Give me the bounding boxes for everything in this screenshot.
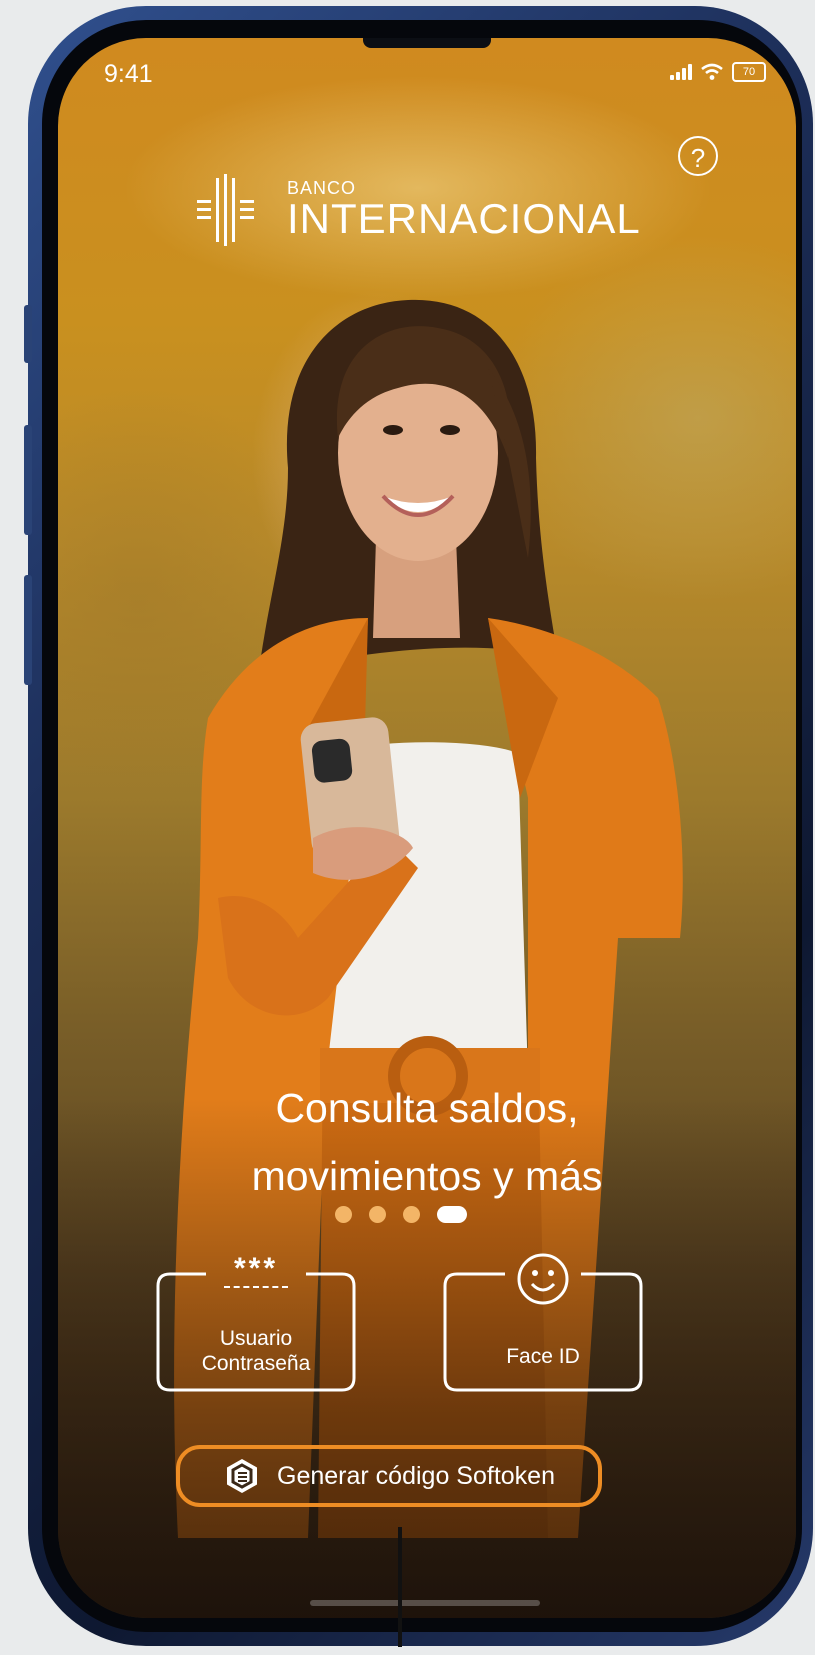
volume-up-button [24,425,32,535]
generate-softoken-button[interactable]: Generar código Softoken [176,1445,602,1507]
battery-icon: 70 [732,62,766,82]
password-dash-line [224,1286,288,1288]
headline-line-1: Consulta saldos, [275,1085,579,1131]
app-screen: 9:41 70 ? BANCO INTERNACIONAL Consulta s… [58,38,796,1618]
carousel-dot-2[interactable] [369,1206,386,1223]
carousel-dot-3[interactable] [403,1206,420,1223]
carousel-dot-1[interactable] [335,1206,352,1223]
wifi-icon [701,63,723,80]
softoken-label: Generar código Softoken [277,1461,555,1490]
bank-logo: BANCO INTERNACIONAL [193,170,641,250]
carousel-dots [335,1206,467,1223]
softoken-hexagon-icon [227,1459,258,1493]
password-label: Contraseña [201,1352,311,1375]
user-label: Usuario [219,1327,293,1350]
home-indicator [310,1600,540,1606]
silent-switch [24,305,32,363]
volume-down-button [24,575,32,685]
status-time: 9:41 [104,60,153,88]
logo-internacional-text: INTERNACIONAL [287,194,641,242]
callout-line [398,1527,402,1647]
carousel-headline: Consulta saldos, movimientos y más [58,1074,796,1210]
carousel-dot-4-active[interactable] [437,1206,467,1223]
notch [363,38,491,48]
bank-logo-mark-icon [197,174,254,246]
password-stars-icon: *** [233,1252,279,1285]
question-circle-icon[interactable]: ? [678,136,718,176]
smiley-face-icon [517,1253,569,1305]
status-icons: 70 [670,62,766,82]
headline-line-2: movimientos y más [251,1153,603,1199]
cellular-signal-icon [670,64,692,80]
bank-logo-text: BANCO INTERNACIONAL [287,178,641,243]
user-password-label: Usuario Contraseña [156,1326,356,1376]
user-password-login-button[interactable]: *** Usuario Contraseña [156,1252,356,1392]
face-id-label: Face ID [506,1345,580,1368]
face-id-login-button[interactable]: Face ID [443,1253,643,1392]
